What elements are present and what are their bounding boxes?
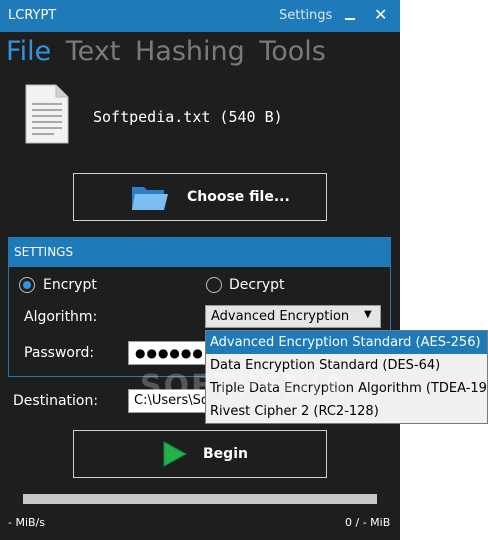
transfer-speed: - MiB/s [8,516,45,529]
password-field[interactable]: ●●●●●● [128,341,208,365]
folder-icon [132,187,168,210]
transfer-size: 0 / - MiB [345,516,391,529]
algorithm-option-aes[interactable]: Advanced Encryption Standard (AES-256) [206,331,487,354]
choose-file-button[interactable]: Choose file... [73,173,327,221]
begin-label: Begin [203,446,248,462]
encrypt-radio[interactable] [19,277,35,293]
progress-bar [23,494,377,504]
app-window: LCRYPT Settings ✕ File Text Hashing Tool… [0,0,400,540]
algorithm-select[interactable]: Advanced Encryption Standard (AES-256) ▼ [205,305,381,328]
tab-file[interactable]: File [6,36,51,67]
play-icon [163,441,187,467]
begin-button[interactable]: Begin [73,430,327,478]
file-name: Softpedia.txt (540 B) [93,108,283,126]
password-label: Password: [24,345,95,361]
tab-hashing[interactable]: Hashing [135,36,245,67]
close-icon[interactable]: ✕ [374,5,387,24]
tab-text[interactable]: Text [66,36,121,67]
tab-tools[interactable]: Tools [259,36,326,67]
choose-file-label: Choose file... [187,189,290,205]
settings-link[interactable]: Settings [279,8,332,23]
document-icon [25,84,69,144]
settings-title: SETTINGS [14,245,74,259]
encrypt-label[interactable]: Encrypt [43,277,97,293]
title-bar: LCRYPT Settings ✕ [0,0,400,32]
decrypt-label[interactable]: Decrypt [229,277,285,293]
minimize-icon[interactable] [343,6,357,24]
algorithm-value: Advanced Encryption Standard (AES-256) [211,309,353,324]
chevron-down-icon: ▼ [364,309,372,320]
destination-label: Destination: [13,393,99,409]
settings-header: SETTINGS [9,238,390,267]
app-title: LCRYPT [8,8,57,23]
main-tabs: File Text Hashing Tools [6,36,332,67]
decrypt-radio[interactable] [206,277,222,293]
watermark: SOFTPEDIA [140,369,348,404]
algorithm-label: Algorithm: [24,309,98,325]
